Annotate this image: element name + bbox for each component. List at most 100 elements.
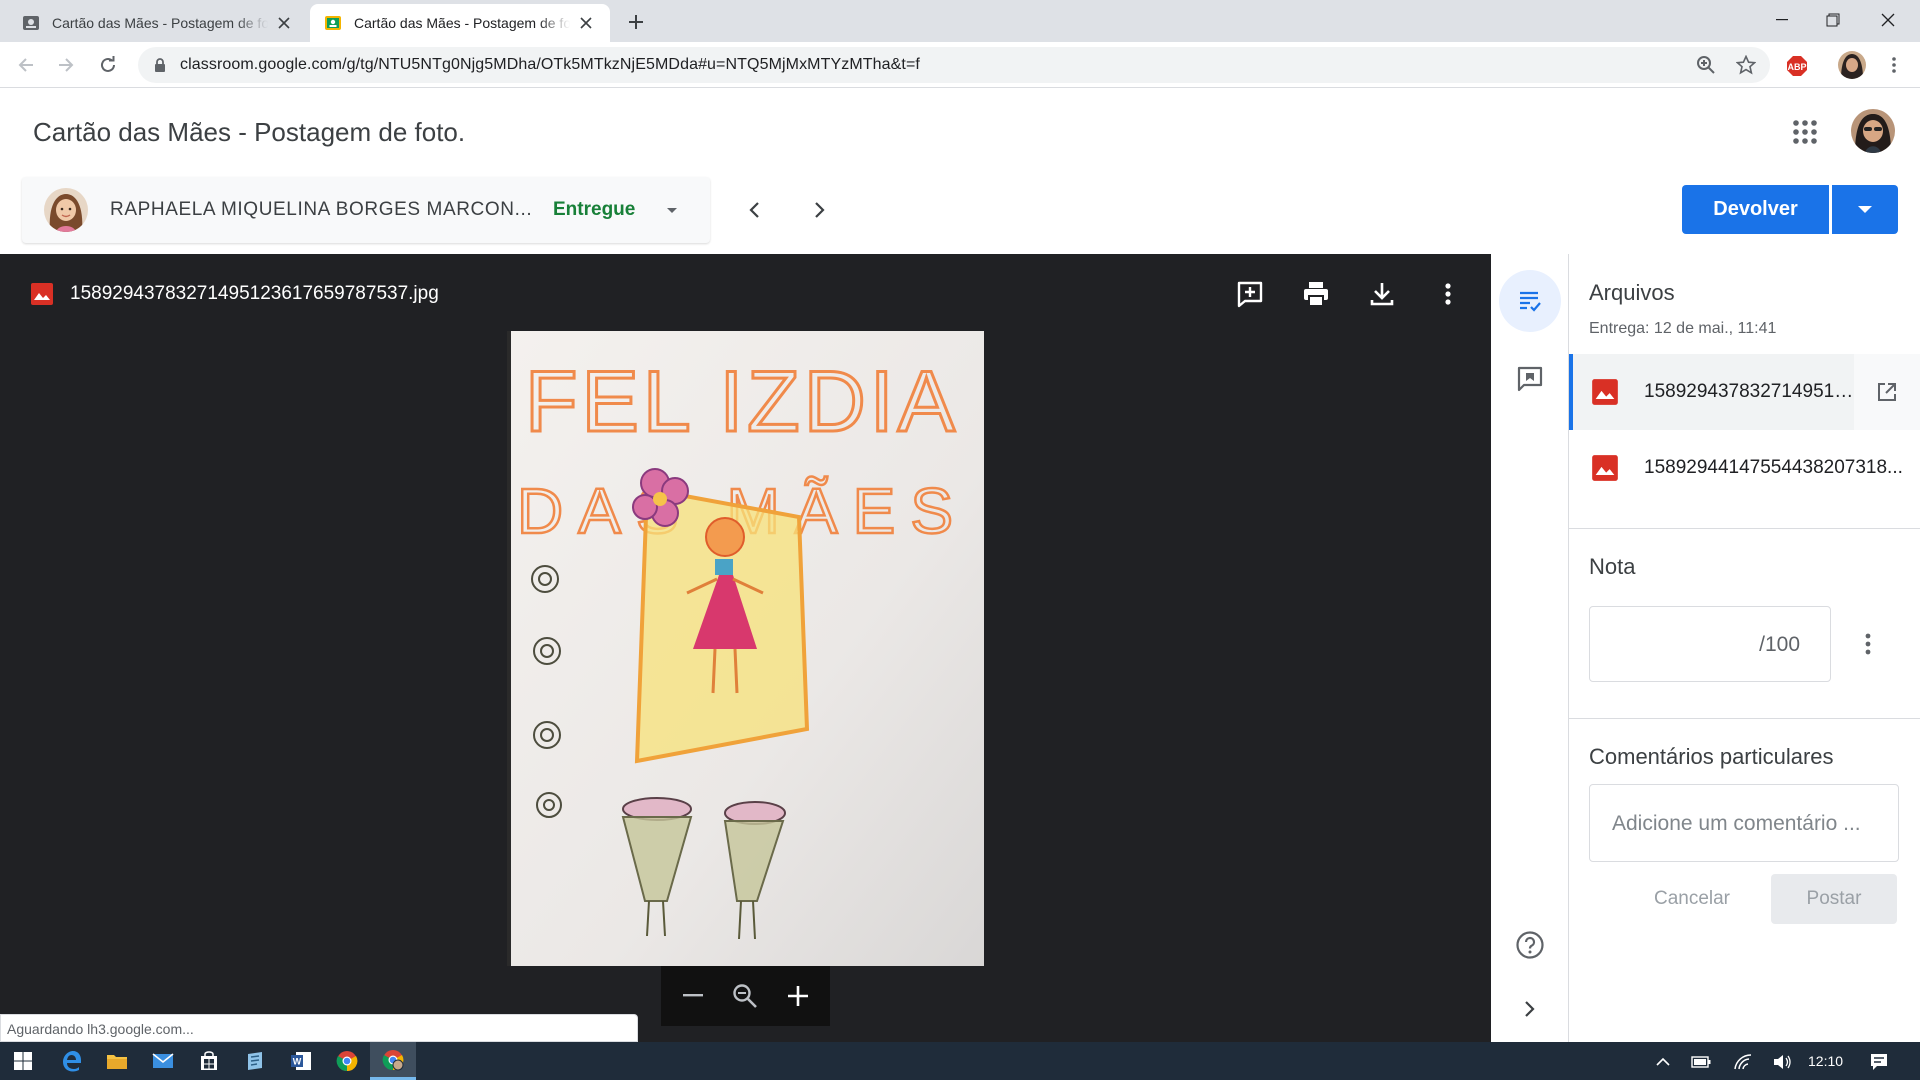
browser-menu-button[interactable] <box>1884 55 1904 75</box>
comments-tab-button[interactable] <box>1499 348 1561 410</box>
open-in-new-icon <box>1878 383 1896 401</box>
zoom-controls <box>661 966 830 1026</box>
plus-icon <box>787 986 808 1006</box>
browser-tab-active[interactable]: Cartão das Mães - Postagem de foto. <box>310 4 610 42</box>
notification-icon <box>1871 1054 1887 1070</box>
network-button[interactable] <box>1732 1051 1754 1073</box>
file-name: 15892943783271495123617659787537.jpg <box>70 283 439 304</box>
details-panel: Arquivos Entrega: 12 de mai., 11:41 1589… <box>1569 254 1920 1042</box>
svg-text:ABP: ABP <box>1787 62 1806 72</box>
new-tab-button[interactable] <box>622 8 650 36</box>
download-button[interactable] <box>1362 274 1402 314</box>
action-center-button[interactable] <box>1868 1051 1890 1073</box>
student-selector[interactable]: RAPHAELA MIQUELINA BORGES MARCON... Entr… <box>22 177 710 243</box>
caret-down-icon[interactable] <box>662 200 682 220</box>
plus-icon <box>629 15 643 29</box>
page-title: Cartão das Mães - Postagem de foto. <box>33 117 466 147</box>
student-avatar <box>44 188 88 232</box>
arrow-left-icon <box>18 58 33 72</box>
wifi-icon <box>1734 1054 1752 1070</box>
post-button[interactable]: Postar <box>1771 874 1897 924</box>
browser-tab-strip: Cartão das Mães - Postagem de foto. Cart… <box>0 0 1920 42</box>
zoom-out-button[interactable] <box>673 976 713 1016</box>
grade-more-button[interactable] <box>1853 628 1883 660</box>
start-button[interactable] <box>0 1042 46 1080</box>
taskbar-mail[interactable] <box>140 1042 186 1080</box>
zoom-in-button[interactable] <box>778 976 818 1016</box>
open-in-new-button[interactable] <box>1854 354 1920 430</box>
taskbar-clock[interactable]: 12:10 <box>1808 1053 1843 1069</box>
file-name: 15892944147554438207318... <box>1644 457 1903 478</box>
private-comments-heading: Comentários particulares <box>1589 744 1834 769</box>
files-tab-button[interactable] <box>1499 270 1561 332</box>
add-comment-button[interactable] <box>1230 274 1270 314</box>
taskbar-edge[interactable] <box>48 1042 94 1080</box>
zoom-icon[interactable] <box>1696 55 1716 75</box>
next-student-button[interactable] <box>806 196 834 224</box>
windows-taskbar: W 12:10 <box>0 1042 1920 1080</box>
chrome-profile-icon <box>382 1049 404 1070</box>
reload-button[interactable] <box>92 49 124 81</box>
divider <box>1569 718 1920 719</box>
volume-button[interactable] <box>1771 1051 1793 1073</box>
file-name: 15892943783271495123617659787537.jpg <box>1644 381 1854 402</box>
show-hidden-icons-button[interactable] <box>1652 1051 1674 1073</box>
close-icon <box>1881 13 1895 27</box>
expand-panel-button[interactable] <box>1499 978 1561 1040</box>
return-button[interactable]: Devolver <box>1682 185 1829 234</box>
previous-student-button[interactable] <box>740 196 768 224</box>
bookmark-star-icon[interactable] <box>1736 55 1756 75</box>
viewer-more-button[interactable] <box>1428 274 1468 314</box>
submitted-drawing-image: FEL IZDIA DAS MÃES <box>507 331 984 966</box>
cancel-button[interactable]: Cancelar <box>1629 874 1755 924</box>
speaker-icon <box>1774 1055 1791 1069</box>
comment-placeholder: Adicione um comentário ... <box>1612 812 1861 835</box>
grade-heading: Nota <box>1589 554 1636 579</box>
taskbar-store[interactable] <box>186 1042 232 1080</box>
url-text: classroom.google.com/g/tg/NTU5NTg0Njg5MD… <box>180 56 920 73</box>
browser-tab[interactable]: Cartão das Mães - Postagem de foto. <box>8 4 308 42</box>
folder-icon <box>107 1055 127 1069</box>
google-apps-icon[interactable] <box>1792 119 1818 145</box>
back-button[interactable] <box>10 49 42 81</box>
classroom-header: Cartão das Mães - Postagem de foto. <box>0 89 1920 175</box>
adblock-extension-icon[interactable]: ABP <box>1786 55 1808 77</box>
notepad-app-icon <box>248 1052 262 1070</box>
print-button[interactable] <box>1296 274 1336 314</box>
student-name: RAPHAELA MIQUELINA BORGES MARCON... <box>110 199 533 220</box>
chrome-icon <box>336 1051 358 1072</box>
browser-toolbar: classroom.google.com/g/tg/NTU5NTg0Njg5MD… <box>0 42 1920 88</box>
close-tab-icon[interactable] <box>274 13 294 33</box>
help-button[interactable] <box>1499 914 1561 976</box>
forward-button[interactable] <box>50 49 82 81</box>
file-list-item[interactable]: 15892943783271495123617659787537.jpg <box>1569 354 1920 430</box>
arrow-right-icon <box>59 58 74 72</box>
image-file-icon <box>1592 379 1618 405</box>
address-bar[interactable]: classroom.google.com/g/tg/NTU5NTg0Njg5MD… <box>138 47 1770 83</box>
taskbar-app[interactable] <box>232 1042 278 1080</box>
help-icon <box>1516 931 1544 959</box>
taskbar-chrome[interactable] <box>324 1042 370 1080</box>
grade-input[interactable]: /100 <box>1589 606 1831 682</box>
profile-avatar[interactable] <box>1838 51 1866 79</box>
file-list-item[interactable]: 15892944147554438207318... <box>1569 430 1920 506</box>
close-window-button[interactable] <box>1858 0 1918 40</box>
return-options-button[interactable] <box>1832 185 1898 234</box>
taskbar-file-explorer[interactable] <box>94 1042 140 1080</box>
private-comment-field[interactable]: Adicione um comentário ... <box>1589 784 1899 862</box>
taskbar-word[interactable]: W <box>278 1042 324 1080</box>
zoom-reset-button[interactable] <box>725 976 765 1016</box>
add-comment-icon <box>1237 281 1263 308</box>
taskbar-chrome-active[interactable] <box>370 1042 416 1080</box>
close-tab-icon[interactable] <box>576 13 596 33</box>
reload-icon <box>101 56 115 72</box>
lock-icon <box>155 58 165 72</box>
battery-button[interactable] <box>1690 1051 1712 1073</box>
account-avatar[interactable] <box>1851 109 1895 153</box>
submission-status: Entregue <box>553 199 636 220</box>
download-icon <box>1370 283 1394 306</box>
tab-title: Cartão das Mães - Postagem de foto. <box>52 15 268 31</box>
chevron-left-icon <box>749 202 759 218</box>
restore-button[interactable] <box>1803 0 1863 40</box>
chevron-up-icon <box>1656 1057 1670 1066</box>
